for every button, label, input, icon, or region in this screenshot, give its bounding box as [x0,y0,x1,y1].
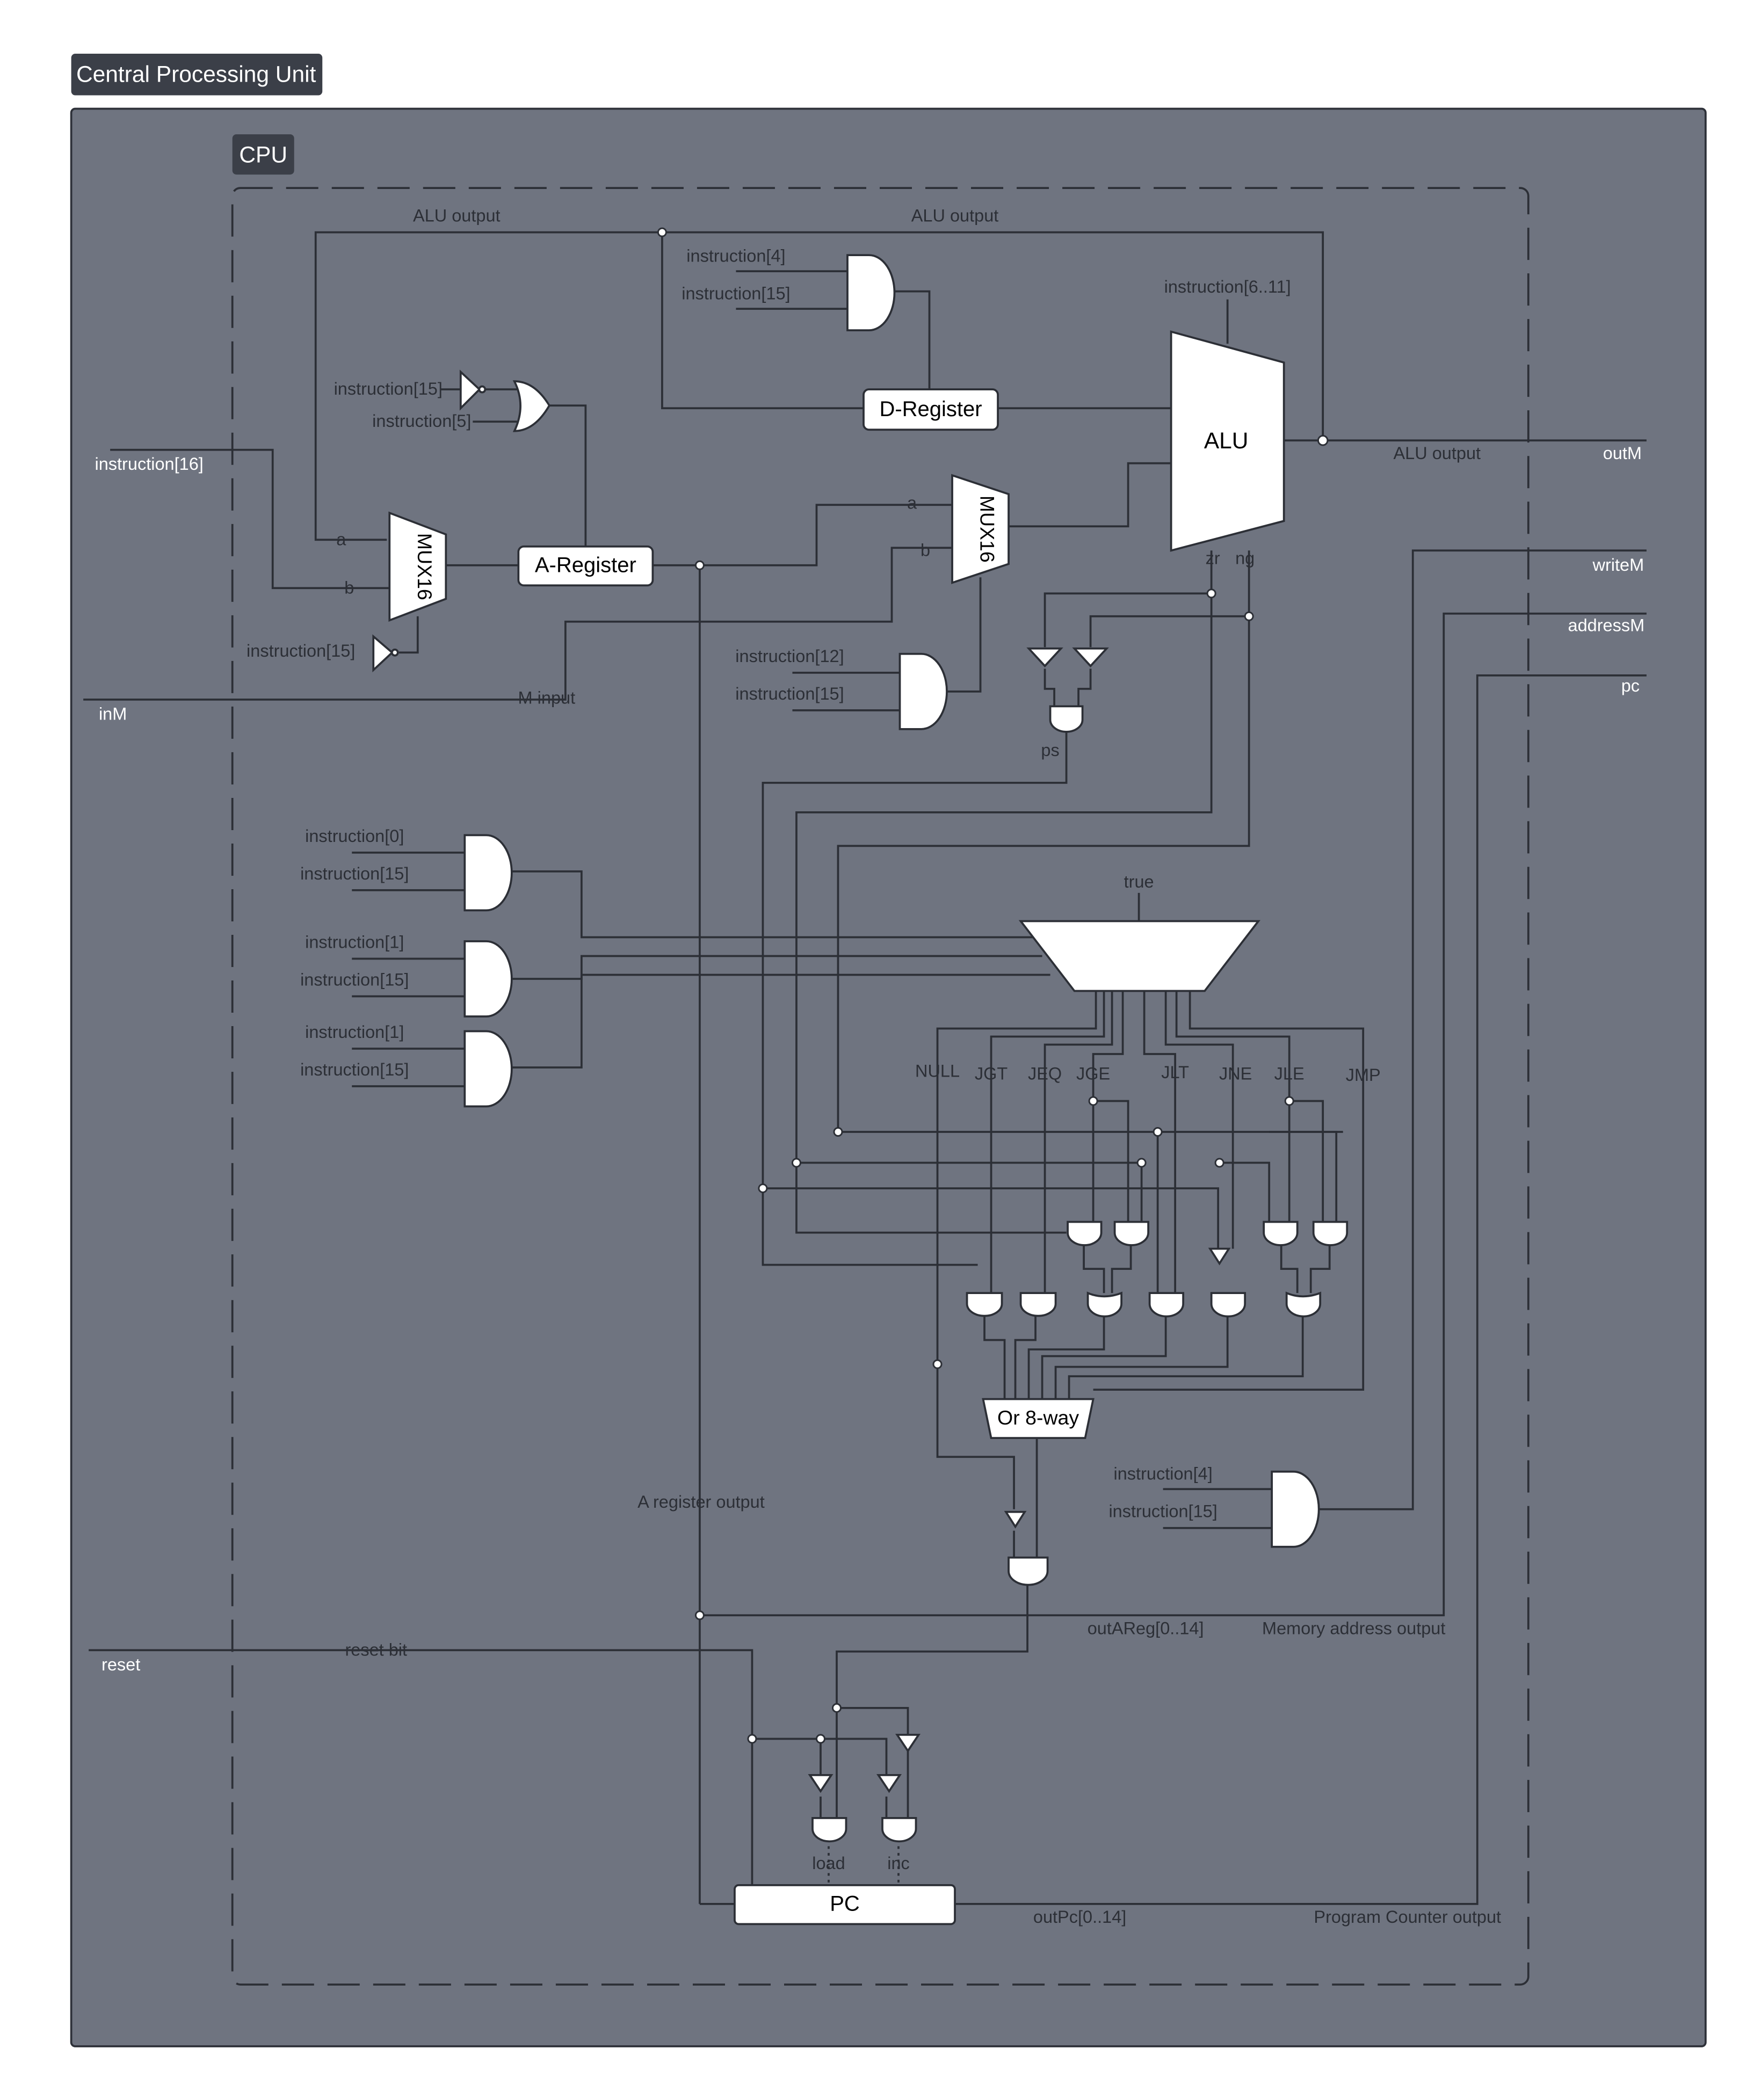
label-jump-jgt: JGT [975,1064,1008,1084]
pc-label: PC [830,1892,860,1915]
label-jump-jmp: JMP [1346,1065,1381,1085]
label-a-or-in1: instruction[15] [334,379,443,398]
label-mux-select: instruction[15] [247,641,355,660]
and-gate-j0 [463,834,513,912]
and-gate-jgt [966,1292,1003,1317]
and-gate-jle-b [1312,1220,1349,1246]
port-inm: inM [99,704,127,723]
label-jump-jle: JLE [1274,1064,1304,1084]
label-program-counter-output: Program Counter output [1314,1907,1501,1927]
label-m-and-in1: instruction[12] [735,646,844,666]
or8way-label: Or 8-way [997,1406,1079,1429]
label-d-and-in1: instruction[4] [686,246,785,266]
a-register: A-Register [517,545,654,587]
label-j1-in1: instruction[1] [305,932,404,951]
label-zr: zr [1206,548,1220,568]
and-gate-jge-b [1113,1220,1150,1246]
label-w-and-in2: instruction[15] [1108,1502,1217,1521]
and-gate-jge-a [1067,1220,1103,1246]
and-gate-jeq [1019,1292,1057,1317]
label-ng: ng [1235,548,1255,568]
port-reset: reset [102,1655,140,1674]
port-addressm: addressM [1568,615,1644,635]
mux16-b: MUX16 [951,474,1010,584]
label-alu-control: instruction[6..11] [1164,277,1291,296]
label-a-or-in2: instruction[5] [372,411,471,431]
label-alu-output-1: ALU output [413,206,501,226]
label-true: true [1124,872,1154,891]
not-bubble [390,648,399,657]
or-gate-jge [1086,1291,1122,1318]
cpu-badge: CPU [232,134,294,175]
label-mux-b-input: b [344,578,354,597]
d-register: D-Register [862,388,999,431]
label-mux2-b-input: b [921,540,930,559]
and-gate-j1 [463,940,513,1018]
diagram-title: Central Processing Unit [76,62,316,88]
label-mux-a-input: a [336,529,346,549]
or8way: Or 8-way [982,1398,1095,1440]
a-register-label: A-Register [535,553,636,577]
port-pc: pc [1621,676,1640,695]
mux16-b-label: MUX16 [976,496,999,563]
label-out-areg: outAReg[0..14] [1088,1618,1204,1638]
and-gate-writem [1271,1470,1320,1548]
label-m-and-in2: instruction[15] [735,684,844,703]
label-inc: inc [887,1854,910,1873]
and-gate-d-load [846,254,896,332]
label-jump-null: NULL [915,1062,960,1081]
label-m-input: M input [518,688,576,707]
alu-label: ALU [1204,428,1249,454]
label-jump-jeq: JEQ [1028,1064,1062,1084]
and-gate-j2 [463,1030,513,1108]
label-jump-jge: JGE [1076,1064,1110,1084]
label-a-register-output: A register output [637,1492,765,1512]
port-writem: writeM [1592,555,1644,575]
alu-block: ALU [1170,330,1285,552]
label-jump-jlt: JLT [1161,1063,1189,1082]
cpu-diagram: Central Processing Unit CPU ALU D-Regist… [70,54,1707,2047]
label-mux2-a-input: a [907,493,917,513]
title-badge: Central Processing Unit [71,54,323,96]
port-outm: outM [1603,444,1642,463]
and-gate-mux-select [898,652,948,730]
label-w-and-in1: instruction[4] [1114,1464,1213,1484]
and-gate-load [811,1816,847,1843]
and-gate-jump [1008,1556,1049,1586]
label-d-and-in2: instruction[15] [682,284,790,303]
label-j0-in2: instruction[15] [300,864,409,883]
and-gate-ps [1049,705,1084,733]
and-gate-jle-a [1263,1220,1299,1246]
label-memory-address-output: Memory address output [1262,1618,1445,1638]
port-instruction: instruction[16] [95,454,203,474]
cpu-label: CPU [239,143,287,168]
label-jump-jne: JNE [1219,1064,1252,1084]
program-counter: PC [734,1884,956,1925]
and-gate-inc [881,1816,917,1843]
label-ps: ps [1041,740,1059,760]
label-alu-output-3: ALU output [1393,444,1481,463]
or-gate-jle [1285,1291,1322,1318]
and-gate-jlt [1148,1292,1185,1318]
label-j2-in1: instruction[1] [305,1022,404,1042]
label-j0-in1: instruction[0] [305,826,404,846]
label-reset-bit: reset bit [345,1640,407,1659]
mux16-a-label: MUX16 [414,533,436,600]
label-load: load [812,1854,845,1873]
and-gate-jne [1210,1292,1246,1318]
label-j1-in2: instruction[15] [300,970,409,989]
label-alu-output-2: ALU output [911,206,999,226]
d-register-label: D-Register [879,397,982,421]
label-out-pc: outPc[0..14] [1033,1907,1126,1927]
not-bubble [478,385,487,394]
label-j2-in2: instruction[15] [300,1060,409,1079]
